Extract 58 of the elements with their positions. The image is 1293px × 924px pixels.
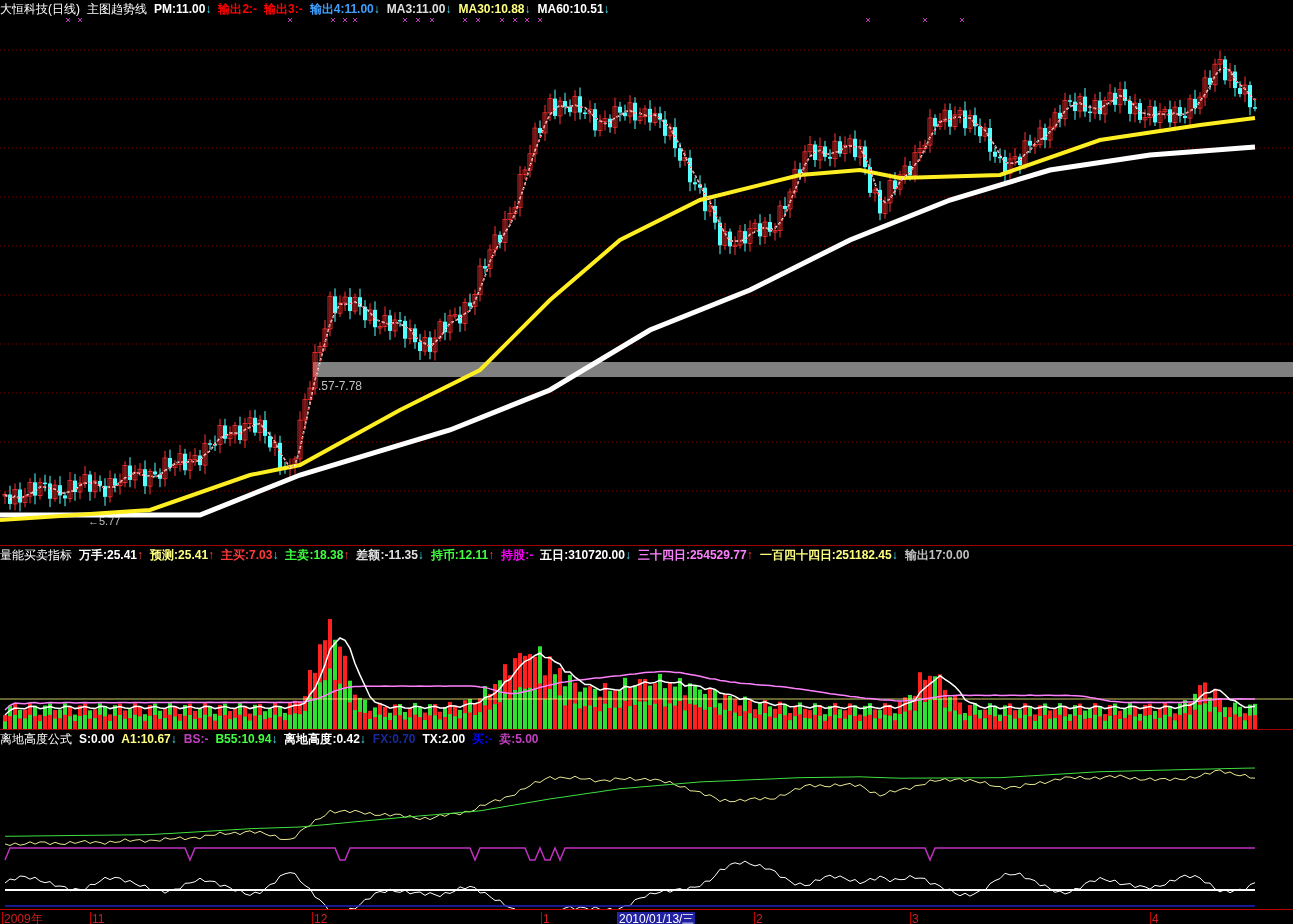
trend-arrow: ↓ (373, 3, 380, 15)
time-axis-label: 4 (1150, 912, 1160, 924)
indicator-reading: TX:2.00 (422, 733, 466, 745)
indicator-reading: 卖:5.00 (499, 733, 539, 745)
indicator-reading: B55:10.94 (215, 733, 272, 745)
trend-arrow: ↑ (746, 549, 753, 561)
indicator-reading: 主买:7.03 (221, 549, 273, 561)
indicator-reading: 差额:-11.35 (356, 549, 418, 561)
trend-arrow: ↓ (524, 3, 531, 15)
trend-arrow: ↓ (445, 3, 452, 15)
indicator-reading: 买:- (472, 733, 493, 745)
trend-arrow: ↑ (343, 549, 350, 561)
trend-arrow: ↓ (891, 549, 898, 561)
indicator-reading: 三十四日:254529.77 (637, 549, 747, 561)
time-axis-label: 11 (90, 912, 106, 924)
price-range-label: .57-7.78 (318, 380, 363, 392)
indicator-reading: 一百四十四日:251182.45 (759, 549, 892, 561)
time-axis-label: 12 (312, 912, 329, 924)
trend-arrow: ↑ (137, 549, 144, 561)
time-axis-label: 1 (541, 912, 551, 924)
indicator-reading: 输出17:0.00 (904, 549, 970, 561)
indicator-reading: 五日:310720.00 (540, 549, 625, 561)
indicator-reading: 持币:12.11 (430, 549, 489, 561)
trend-arrow: ↓ (603, 3, 610, 15)
panel-title: 量能买卖指标 (0, 549, 72, 561)
indicator-reading: BS:- (183, 733, 209, 745)
time-axis-label: 2009年 (2, 912, 44, 924)
indicator-reading: 预测:25.41 (150, 549, 209, 561)
indicator-reading: MA3:11.00 (386, 3, 446, 15)
indicator-name: 主图趋势线 (87, 3, 147, 15)
time-axis-label: 2 (754, 912, 764, 924)
indicator-reading: S:0.00 (79, 733, 115, 745)
indicator-reading: A1:10.67 (121, 733, 171, 745)
indicator-reading: 输出2:- (218, 3, 258, 15)
time-axis-label: 3 (910, 912, 920, 924)
indicator-reading: PM:11.00 (154, 3, 206, 15)
trend-arrow: ↓ (271, 733, 278, 745)
indicator-reading: 输出4:11.00 (309, 3, 374, 15)
indicator-reading: 持股:- (501, 549, 534, 561)
indicator-reading: 万手:25.41 (79, 549, 138, 561)
indicator-reading: MA60:10.51 (537, 3, 604, 15)
indicator-reading: FX:0.70 (372, 733, 416, 745)
time-axis-label: 2010/01/13/三 (617, 912, 696, 924)
trend-arrow: ↓ (170, 733, 177, 745)
low-price-label: ←5.77 (88, 516, 121, 527)
trend-arrow: ↓ (624, 549, 631, 561)
trend-arrow: ↑ (208, 549, 215, 561)
trend-arrow: ↓ (205, 3, 212, 15)
indicator-reading: MA30:10.88 (458, 3, 525, 15)
trend-arrow: ↓ (359, 733, 366, 745)
indicator-reading: 主卖:18.38 (285, 549, 344, 561)
panel-title: 离地高度公式 (0, 733, 72, 745)
indicator-reading: 输出3:- (264, 3, 303, 15)
trend-arrow: ↓ (417, 549, 424, 561)
indicator-reading: 离地高度:0.42 (284, 733, 360, 745)
trend-arrow: ↑ (488, 549, 495, 561)
panel-title: 大恒科技(日线) (0, 3, 80, 15)
trend-arrow: ↓ (272, 549, 279, 561)
